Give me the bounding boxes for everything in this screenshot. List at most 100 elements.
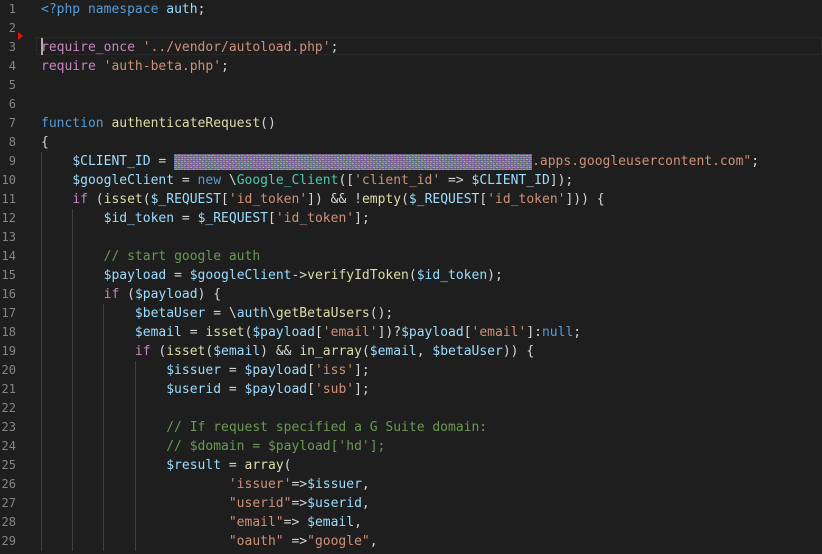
code-line[interactable]: 28 "email"=> $email, <box>0 513 822 532</box>
code-token: 'sub' <box>314 382 355 397</box>
code-line[interactable]: 21 $userid = $payload['sub']; <box>0 380 822 399</box>
line-number: 15 <box>1 268 16 282</box>
code-line[interactable]: 15 $payload = $googleClient->verifyIdTok… <box>0 266 822 285</box>
code-token: $googleClient <box>189 268 292 283</box>
code-line[interactable]: 17 $betaUser = \auth\getBetaUsers(); <box>0 304 822 323</box>
code-token: $betaUser <box>134 306 206 321</box>
code-line[interactable]: 9 $CLIENT_ID = .apps.googleusercontent.c… <box>0 152 822 171</box>
code-token: require_once <box>41 40 135 55</box>
code-token: ( <box>142 192 151 207</box>
code-line[interactable]: 8{ <box>0 133 822 152</box>
code-token: $betaUser <box>432 344 503 359</box>
code-token: , <box>361 477 370 492</box>
code-line[interactable]: 4 require 'auth-beta.php'; <box>0 57 822 76</box>
code-token: ; <box>221 59 229 74</box>
code-token: verifyIdToken <box>307 268 409 283</box>
code-token: 'id_token' <box>275 211 355 226</box>
code-line[interactable]: 18 $email = isset($payload['email'])?$pa… <box>0 323 822 342</box>
code-token: [ <box>463 325 472 340</box>
code-token: $payload <box>252 325 315 340</box>
code-token: // $domain = $payload['hd']; <box>166 439 386 454</box>
code-token: ( <box>401 192 409 207</box>
code-token: if <box>72 192 88 207</box>
code-text: if (isset($email) && in_array($email, $b… <box>41 342 534 361</box>
code-token: '../vendor/autoload.php' <box>142 40 331 55</box>
code-token: // start google auth <box>103 249 261 264</box>
code-token: .apps.googleusercontent.com" <box>532 154 752 169</box>
code-line[interactable]: 12 $id_token = $_REQUEST['id_token']; <box>0 209 822 228</box>
code-token: isset <box>205 325 245 340</box>
code-token: isset <box>103 192 143 207</box>
code-token: () <box>260 116 276 131</box>
line-number: 21 <box>1 382 16 396</box>
code-token: auth <box>166 2 198 17</box>
code-text: $issuer = $payload['iss']; <box>41 361 370 380</box>
code-text: $payload = $googleClient->verifyIdToken(… <box>41 266 503 285</box>
code-line[interactable]: 6 <box>0 95 822 114</box>
code-text: 'issuer'=>$issuer, <box>41 475 370 494</box>
code-text: $email = isset($payload['email'])?$paylo… <box>41 323 581 342</box>
code-token: ([ <box>338 173 355 188</box>
code-editor[interactable]: 1 <?php namespace auth; 2 3 require_once '..… <box>0 0 822 554</box>
code-token: $payload <box>134 287 198 302</box>
code-line[interactable]: 26 'issuer'=>$issuer, <box>0 475 822 494</box>
code-line[interactable]: 11 if (isset($_REQUEST['id_token']) && !… <box>0 190 822 209</box>
code-line[interactable]: 25 $result = array( <box>0 456 822 475</box>
code-token: , <box>354 515 362 530</box>
code-line[interactable]: 14 // start google auth <box>0 247 822 266</box>
code-text: $id_token = $_REQUEST['id_token']; <box>41 209 370 228</box>
code-token: $payload <box>401 325 464 340</box>
code-line[interactable]: 2 <box>0 19 822 38</box>
code-line[interactable]: 16 if ($payload) { <box>0 285 822 304</box>
code-line[interactable]: 7 function authenticateRequest() <box>0 114 822 133</box>
code-token: [ <box>268 211 276 226</box>
code-line[interactable]: 1 <?php namespace auth; <box>0 0 822 19</box>
code-token: )) { <box>502 344 535 359</box>
code-text: function authenticateRequest() <box>41 114 276 133</box>
code-line[interactable]: 10 $googleClient = new \Google_Client(['… <box>0 171 822 190</box>
code-line[interactable]: 22 <box>0 399 822 418</box>
code-line[interactable]: 13 <box>0 228 822 247</box>
line-number: 13 <box>1 230 16 244</box>
code-text: // start google auth <box>41 247 261 266</box>
code-token: , <box>361 496 370 511</box>
code-line[interactable]: 19 if (isset($email) && in_array($email,… <box>0 342 822 361</box>
line-number: 5 <box>8 78 16 92</box>
code-token: => <box>291 477 308 492</box>
code-token: ( <box>150 344 167 359</box>
line-number: 16 <box>1 287 16 301</box>
code-token: ]: <box>526 325 542 340</box>
line-number: 12 <box>1 211 16 225</box>
code-token: 'email' <box>471 325 527 340</box>
code-line[interactable]: 5 <box>0 76 822 95</box>
code-token: 'id_token' <box>228 192 308 207</box>
code-text: $googleClient = new \Google_Client(['cli… <box>41 171 573 190</box>
code-text: $CLIENT_ID = .apps.googleusercontent.com… <box>41 152 759 171</box>
code-token: $email <box>369 344 417 359</box>
line-number: 10 <box>1 173 16 187</box>
line-number: 29 <box>1 534 16 548</box>
code-line[interactable]: 29 "oauth" =>"google", <box>0 532 822 551</box>
code-token: Google_Client <box>236 173 339 188</box>
code-token: 'issuer' <box>228 477 292 492</box>
code-token: "oauth" <box>228 534 284 549</box>
code-line[interactable]: 23 // If request specified a G Suite dom… <box>0 418 822 437</box>
line-number: 6 <box>8 97 16 111</box>
code-text: require 'auth-beta.php'; <box>41 57 229 76</box>
code-token: $email <box>307 515 355 530</box>
code-line[interactable]: 24 // $domain = $payload['hd']; <box>0 437 822 456</box>
code-token: $issuer <box>307 477 362 492</box>
code-token: = <box>221 363 245 378</box>
line-number: 27 <box>1 496 16 510</box>
code-line[interactable]: 27 "userid"=>$userid, <box>0 494 822 513</box>
code-token: ) && <box>260 344 300 359</box>
code-line[interactable]: 20 $issuer = $payload['iss']; <box>0 361 822 380</box>
code-token: empty <box>361 192 402 207</box>
code-text: require_once '../vendor/autoload.php'; <box>41 38 338 57</box>
code-line[interactable]: 3 require_once '../vendor/autoload.php'; <box>0 38 822 57</box>
